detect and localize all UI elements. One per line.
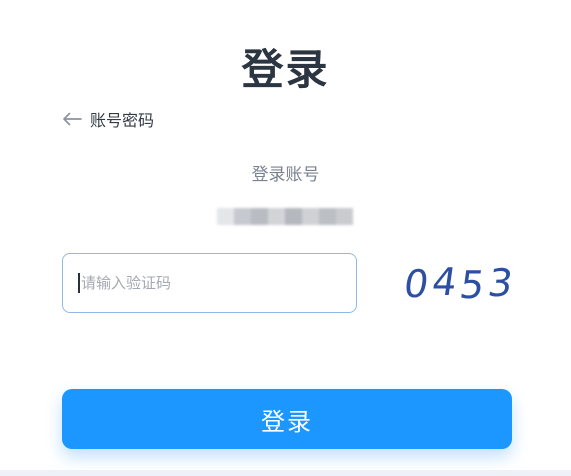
- bottom-divider: [0, 470, 571, 476]
- back-link-label: 账号密码: [90, 111, 155, 130]
- back-link[interactable]: 账号密码: [62, 106, 154, 132]
- captcha-input-box[interactable]: [62, 253, 357, 313]
- captcha-input[interactable]: [81, 274, 331, 292]
- captcha-image[interactable]: 0453: [386, 257, 514, 309]
- page-title: 登录: [241, 45, 330, 94]
- mask-block: [285, 207, 302, 225]
- mask-block: [302, 207, 319, 225]
- captcha-digit: 5: [457, 264, 487, 308]
- account-label: 登录账号: [251, 165, 320, 185]
- masked-account-value: [217, 198, 353, 234]
- arrow-left-icon: [62, 112, 82, 126]
- mask-block: [268, 207, 285, 225]
- mask-block: [336, 207, 353, 225]
- mask-block: [251, 207, 268, 225]
- login-button[interactable]: 登录: [62, 389, 512, 449]
- text-caret: [78, 273, 80, 293]
- mask-block: [234, 207, 251, 225]
- captcha-digit: 3: [485, 262, 514, 306]
- captcha-digit: 4: [429, 261, 459, 305]
- captcha-digit: 0: [401, 263, 431, 307]
- mask-block: [319, 207, 336, 225]
- mask-block: [217, 207, 234, 225]
